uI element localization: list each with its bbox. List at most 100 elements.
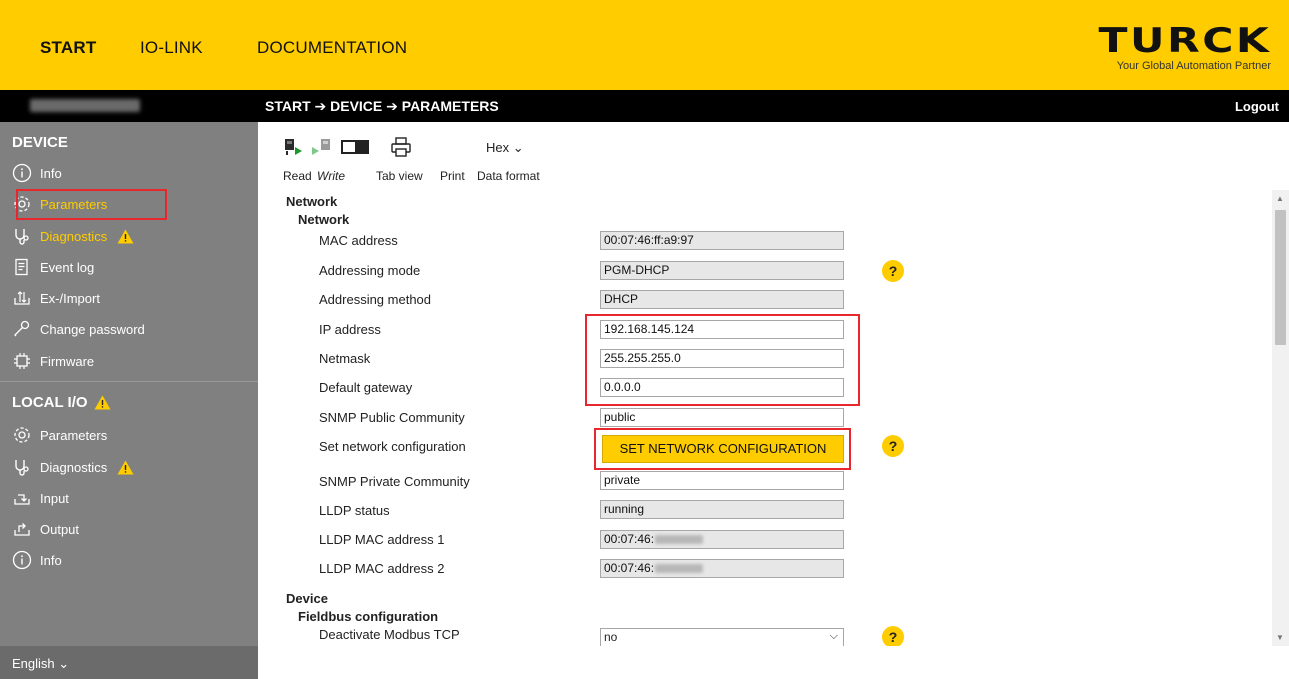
sidebar-item-label: Diagnostics bbox=[40, 228, 108, 244]
device-name-blurred bbox=[30, 99, 140, 112]
label-set-network-configuration: Set network configuration bbox=[319, 439, 466, 454]
language-selector[interactable]: English ⌄ bbox=[12, 656, 69, 672]
chevron-down-icon: ⌵ bbox=[829, 630, 838, 642]
scroll-up-arrow-icon[interactable]: ▲ bbox=[1276, 194, 1284, 203]
sidebar-item-label: Firmware bbox=[40, 353, 95, 369]
label-lldp-mac-2: LLDP MAC address 2 bbox=[319, 561, 445, 576]
label-ip-address: IP address bbox=[319, 322, 381, 337]
addressing-method-field: DHCP bbox=[600, 290, 844, 309]
sidebar-divider bbox=[0, 381, 258, 382]
sidebar-item-diagnostics[interactable]: Diagnostics bbox=[12, 223, 134, 249]
sidebar-item-ex-import[interactable]: Ex-/Import bbox=[12, 285, 100, 311]
stethoscope-icon bbox=[12, 457, 32, 477]
sidebar-item-event-log[interactable]: Event log bbox=[12, 254, 94, 280]
sidebar-item-input[interactable]: Input bbox=[12, 485, 69, 511]
section-network: Network bbox=[286, 194, 338, 209]
highlight-network-fields bbox=[585, 314, 860, 406]
sidebar-item-local-info[interactable]: Info bbox=[12, 547, 62, 573]
redacted-value bbox=[655, 535, 704, 545]
tab-view-toggle[interactable] bbox=[341, 137, 371, 157]
write-label[interactable]: Write bbox=[317, 169, 345, 183]
select-value: no bbox=[604, 630, 618, 644]
nav-io-link[interactable]: IO-LINK bbox=[140, 38, 203, 58]
output-icon bbox=[12, 519, 32, 539]
sidebar-item-local-diagnostics[interactable]: Diagnostics bbox=[12, 454, 134, 480]
label-addressing-method: Addressing method bbox=[319, 292, 432, 307]
label-mac-address: MAC address bbox=[319, 233, 398, 248]
section-label: LOCAL I/O bbox=[12, 394, 88, 411]
data-format-label: Data format bbox=[477, 169, 540, 183]
warning-icon bbox=[117, 460, 134, 474]
label-addressing-mode: Addressing mode bbox=[319, 263, 421, 278]
data-format-select[interactable]: Hex ⌄ bbox=[486, 140, 524, 156]
sidebar-item-label: Info bbox=[40, 165, 62, 181]
read-label[interactable]: Read bbox=[283, 169, 312, 183]
logo-wordmark: TURCK bbox=[1098, 21, 1271, 61]
nav-start[interactable]: START bbox=[40, 38, 96, 58]
read-icon[interactable] bbox=[283, 137, 305, 157]
print-label[interactable]: Print bbox=[440, 169, 465, 183]
info-icon bbox=[12, 550, 32, 570]
top-bar: START IO-LINK DOCUMENTATION TURCK Your G… bbox=[0, 0, 1289, 90]
brand-logo: TURCK Your Global Automation Partner bbox=[1098, 24, 1271, 72]
sidebar-item-label: Event log bbox=[40, 259, 95, 275]
redacted-value bbox=[655, 564, 704, 574]
highlight-set-network-button bbox=[594, 428, 851, 470]
label-default-gateway: Default gateway bbox=[319, 380, 413, 395]
sidebar-item-local-parameters[interactable]: Parameters bbox=[12, 422, 107, 448]
chip-icon bbox=[12, 351, 32, 371]
warning-icon bbox=[117, 229, 134, 243]
gear-icon bbox=[12, 425, 32, 445]
snmp-private-input[interactable]: private bbox=[600, 471, 844, 490]
sidebar-item-label: Ex-/Import bbox=[40, 290, 100, 306]
sidebar-item-label: Diagnostics bbox=[40, 459, 108, 475]
sidebar-item-info[interactable]: Info bbox=[12, 160, 62, 186]
label-lldp-mac-1: LLDP MAC address 1 bbox=[319, 532, 445, 547]
label-lldp-status: LLDP status bbox=[319, 503, 390, 518]
lldp-mac-1-field: 00:07:46: bbox=[600, 530, 844, 549]
logout-link[interactable]: Logout bbox=[1235, 99, 1279, 114]
logo-tagline: Your Global Automation Partner bbox=[1116, 60, 1271, 72]
deactivate-modbus-tcp-select[interactable]: no ⌵ bbox=[600, 628, 844, 646]
breadcrumb: START ➔ DEVICE ➔ PARAMETERS bbox=[265, 98, 499, 114]
lldp-mac-1-value: 00:07:46: bbox=[604, 532, 655, 546]
sidebar-item-label: Info bbox=[40, 552, 62, 568]
scrollbar-thumb[interactable] bbox=[1275, 210, 1286, 345]
lldp-mac-2-field: 00:07:46: bbox=[600, 559, 844, 578]
write-icon[interactable] bbox=[310, 137, 332, 157]
print-icon[interactable] bbox=[390, 137, 412, 157]
sidebar: DEVICE Info Parameters Diagnostics Event… bbox=[0, 122, 258, 646]
label-snmp-public: SNMP Public Community bbox=[319, 410, 465, 425]
parameter-panel: Network Network MAC address 00:07:46:ff:… bbox=[258, 190, 1272, 646]
addressing-mode-field: PGM-DHCP bbox=[600, 261, 844, 280]
subsection-network: Network bbox=[298, 212, 350, 227]
sidebar-item-firmware[interactable]: Firmware bbox=[12, 348, 94, 374]
tab-view-label[interactable]: Tab view bbox=[376, 169, 423, 183]
label-snmp-private: SNMP Private Community bbox=[319, 474, 470, 489]
sidebar-item-label: Parameters bbox=[40, 427, 108, 443]
section-device: Device bbox=[286, 591, 328, 606]
lldp-status-field: running bbox=[600, 500, 844, 519]
sidebar-item-label: Input bbox=[40, 490, 69, 506]
subsection-fieldbus-configuration: Fieldbus configuration bbox=[298, 609, 439, 624]
label-deactivate-modbus-tcp: Deactivate Modbus TCP bbox=[319, 627, 460, 642]
content-scrollbar[interactable]: ▲ ▼ bbox=[1272, 190, 1289, 646]
log-icon bbox=[12, 257, 32, 277]
info-icon bbox=[12, 163, 32, 183]
help-icon[interactable]: ? bbox=[882, 435, 904, 457]
scroll-down-arrow-icon[interactable]: ▼ bbox=[1276, 633, 1284, 642]
snmp-public-input[interactable]: public bbox=[600, 408, 844, 427]
label-netmask: Netmask bbox=[319, 351, 371, 366]
sidebar-item-output[interactable]: Output bbox=[12, 516, 79, 542]
import-export-icon bbox=[12, 288, 32, 308]
help-icon[interactable]: ? bbox=[882, 626, 904, 646]
sidebar-section-local-io: LOCAL I/O bbox=[12, 394, 111, 411]
lldp-mac-2-value: 00:07:46: bbox=[604, 561, 655, 575]
sidebar-item-change-password[interactable]: Change password bbox=[12, 316, 145, 342]
mac-address-field: 00:07:46:ff:a9:97 bbox=[600, 231, 844, 250]
sidebar-item-label: Output bbox=[40, 521, 80, 537]
header-bar: START ➔ DEVICE ➔ PARAMETERS Logout bbox=[0, 90, 1289, 122]
nav-documentation[interactable]: DOCUMENTATION bbox=[257, 38, 407, 58]
help-icon[interactable]: ? bbox=[882, 260, 904, 282]
input-icon bbox=[12, 488, 32, 508]
